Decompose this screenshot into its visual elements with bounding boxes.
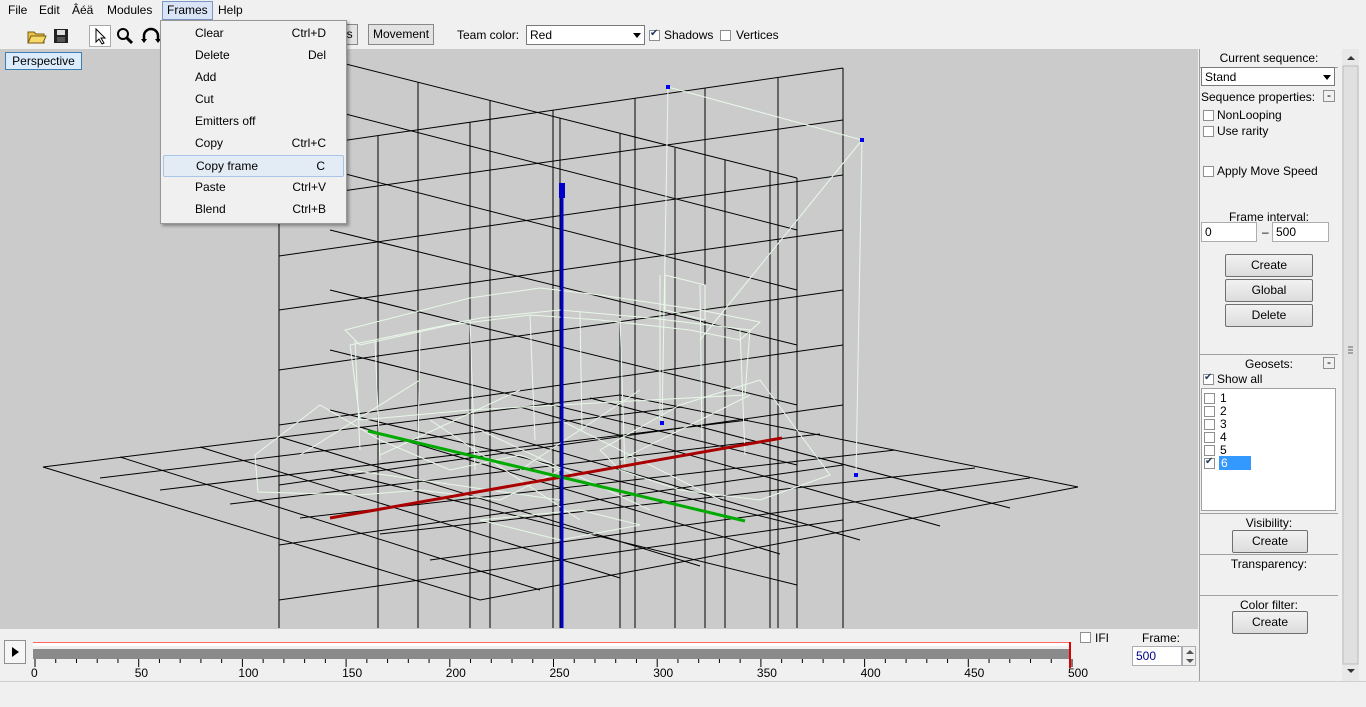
team-color-value: Red bbox=[530, 28, 553, 42]
select-tool-button[interactable] bbox=[89, 25, 111, 47]
menu-item-blend[interactable]: Blend Ctrl+B bbox=[163, 199, 344, 221]
menu-item-copy-frame[interactable]: Copy frame C bbox=[163, 155, 344, 177]
geosets-label: Geosets: bbox=[1244, 357, 1294, 371]
nonlooping-checkbox[interactable] bbox=[1203, 110, 1214, 121]
color-filter-create-button[interactable]: Create bbox=[1232, 611, 1308, 634]
ifi-label: IFI bbox=[1095, 631, 1109, 645]
menu-edit[interactable]: Edit bbox=[35, 2, 64, 19]
menu-item-paste[interactable]: Paste Ctrl+V bbox=[163, 177, 344, 199]
timeline-tick-label: 250 bbox=[549, 666, 570, 680]
menu-item-cut[interactable]: Cut bbox=[163, 89, 344, 111]
sequence-value: Stand bbox=[1205, 70, 1237, 84]
ifi-checkbox[interactable] bbox=[1080, 632, 1091, 643]
timeline-tick-label: 0 bbox=[31, 666, 38, 680]
timeline-panel: 0 50 100 150 200 250 300 350 400 450 500 IFI Frame… bbox=[0, 629, 1198, 681]
menu-bar: File Edit Âéä Modules Frames Help bbox=[0, 0, 1366, 21]
interval-dash: – bbox=[1262, 225, 1269, 239]
apply-move-speed-checkbox[interactable] bbox=[1203, 166, 1214, 177]
apply-move-speed-label: Apply Move Speed bbox=[1217, 164, 1318, 178]
save-button[interactable] bbox=[50, 25, 72, 47]
menu-help[interactable]: Help bbox=[214, 2, 247, 19]
timeline-tick-label: 450 bbox=[964, 666, 985, 680]
timeline-tick-label: 200 bbox=[445, 666, 466, 680]
current-sequence-label: Current sequence: bbox=[1200, 49, 1338, 68]
chevron-down-icon bbox=[633, 33, 641, 38]
menu-frames[interactable]: Frames bbox=[162, 1, 213, 20]
folder-open-icon bbox=[27, 31, 47, 44]
timeline-tick-label: 50 bbox=[134, 666, 149, 680]
scroll-down-icon bbox=[1347, 669, 1355, 673]
zoom-tool-button[interactable] bbox=[114, 25, 136, 47]
use-rarity-label: Use rarity bbox=[1217, 124, 1269, 138]
team-color-select[interactable]: Red bbox=[526, 25, 645, 45]
frame-label: Frame: bbox=[1142, 631, 1181, 645]
nonlooping-label: NonLooping bbox=[1217, 108, 1282, 122]
show-all-checkbox[interactable] bbox=[1203, 372, 1214, 385]
z-axis-handle bbox=[559, 183, 565, 198]
status-bar bbox=[0, 681, 1366, 707]
use-rarity-checkbox[interactable] bbox=[1203, 126, 1214, 137]
vertices-checkbox[interactable] bbox=[720, 30, 731, 41]
tab-movement[interactable]: Movement bbox=[368, 24, 435, 45]
menu-item-add[interactable]: Add bbox=[163, 67, 344, 89]
create-sequence-button[interactable]: Create bbox=[1225, 254, 1313, 277]
spinner-arrows-icon bbox=[1186, 650, 1194, 663]
timeline-tick-label: 500 bbox=[1068, 666, 1089, 680]
visibility-label: Visibility: bbox=[1245, 516, 1293, 530]
open-file-button[interactable] bbox=[25, 25, 47, 47]
menu-item-copy[interactable]: Copy Ctrl+C bbox=[163, 133, 344, 155]
sequence-select[interactable]: Stand bbox=[1201, 67, 1335, 86]
rotate-arrows-icon bbox=[141, 27, 161, 43]
timeline-tick-label: 350 bbox=[756, 666, 777, 680]
team-color-label: Team color: bbox=[457, 28, 520, 42]
divider bbox=[1200, 354, 1338, 355]
global-sequence-button[interactable]: Global bbox=[1225, 279, 1313, 302]
divider bbox=[1200, 513, 1338, 514]
vertices-label: Vertices bbox=[736, 28, 779, 42]
frame-input[interactable]: 500 bbox=[1132, 646, 1182, 666]
floppy-disk-icon bbox=[54, 29, 68, 43]
frame-spinner[interactable] bbox=[1182, 646, 1196, 666]
menu-item-clear[interactable]: Clear Ctrl+D bbox=[163, 23, 344, 45]
transparency-label: Transparency: bbox=[1230, 557, 1308, 571]
interval-start-input[interactable]: 0 bbox=[1201, 222, 1257, 242]
delete-sequence-button[interactable]: Delete bbox=[1225, 304, 1313, 327]
interval-end-input[interactable]: 500 bbox=[1272, 222, 1329, 242]
divider bbox=[1200, 595, 1338, 596]
show-all-label: Show all bbox=[1217, 372, 1263, 386]
menu-item-emitters-off[interactable]: Emitters off bbox=[163, 111, 344, 133]
rotate-tool-button[interactable] bbox=[140, 25, 162, 47]
timeline-tick-label: 400 bbox=[860, 666, 881, 680]
y-axis bbox=[367, 429, 746, 523]
timeline-tick-label: 150 bbox=[342, 666, 363, 680]
menu-item-delete[interactable]: Delete Del bbox=[163, 45, 344, 67]
color-filter-label: Color filter: bbox=[1239, 598, 1298, 612]
collapse-sequence-button[interactable]: - bbox=[1323, 89, 1335, 102]
divider bbox=[1200, 554, 1338, 555]
panel-scrollbar[interactable] bbox=[1342, 49, 1359, 681]
menu-file[interactable]: File bbox=[4, 2, 31, 19]
scrollbar-graphics bbox=[1342, 56, 1359, 673]
collapse-geosets-button[interactable]: - bbox=[1323, 356, 1335, 369]
visibility-create-button[interactable]: Create bbox=[1232, 530, 1308, 553]
scroll-up-icon bbox=[1347, 56, 1355, 60]
properties-panel: Current sequence: Stand Sequence propert… bbox=[1199, 49, 1343, 681]
chevron-down-icon bbox=[1323, 75, 1331, 80]
magnifier-icon bbox=[117, 28, 134, 45]
frames-menu-dropdown: Clear Ctrl+D Delete Del Add Cut Emitters o… bbox=[160, 20, 347, 224]
shadows-label: Shadows bbox=[664, 28, 714, 42]
timeline-tick-label: 300 bbox=[653, 666, 674, 680]
menu-view[interactable]: Âéä bbox=[68, 2, 97, 19]
timeline-tick-label: 100 bbox=[238, 666, 259, 680]
pointer-arrow-icon bbox=[95, 27, 107, 45]
sequence-properties-label: Sequence properties: bbox=[1201, 90, 1316, 104]
perspective-view-button[interactable]: Perspective bbox=[5, 52, 82, 70]
menu-modules[interactable]: Modules bbox=[103, 2, 156, 19]
geosets-list[interactable]: 1 2 3 4 5 6 bbox=[1201, 388, 1336, 511]
shadows-checkbox[interactable] bbox=[649, 28, 660, 41]
